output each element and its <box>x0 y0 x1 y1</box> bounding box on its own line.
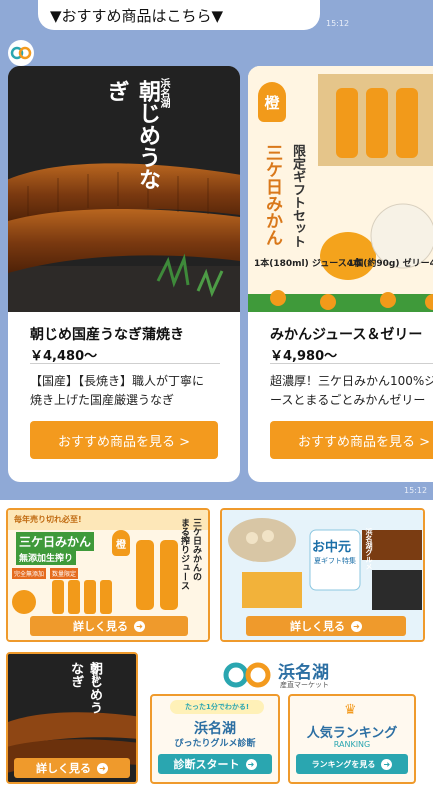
juice-line1: 三ケ日みかんの <box>191 518 201 581</box>
ochugen-details-button[interactable]: 詳しく見る ➜ <box>246 616 406 636</box>
arrow-right-icon: ➜ <box>134 620 145 632</box>
crown-icon: ♛ <box>344 702 357 718</box>
mikan-jelly-count: 1個(約90g) ゼリー4個 <box>348 259 433 269</box>
daidai-badge: 橙 <box>112 530 130 556</box>
description-line: 焼き上げた国産厳選うなぎ <box>30 393 175 407</box>
mikan-juice-count: 1本(180ml) ジュース4本 <box>254 259 363 269</box>
unagi-details-button[interactable]: 詳しく見る ➜ <box>14 758 130 778</box>
product-description: 超濃厚！三ケ日みかん100%ジ ースとまるごとみかんゼリー <box>270 372 433 410</box>
description-line: 【国産】【長焼き】職人が丁寧に <box>30 374 205 388</box>
arrow-right-icon: ➜ <box>97 762 108 774</box>
timestamp: 15:12 <box>326 19 350 28</box>
timestamp: 15:12 <box>404 486 428 495</box>
mikan-image-subtitle: 限定ギフトセット <box>290 144 305 248</box>
product-title: みかんジュース＆ゼリー <box>270 327 423 343</box>
brand-logo: 浜名湖 産直マーケット <box>222 658 372 692</box>
ranking-view-button[interactable]: ランキングを見る ➜ <box>296 754 408 774</box>
juice-line2: まる搾りジュース <box>179 518 189 590</box>
mikan-image-title: 三ケ日みかん <box>262 144 282 246</box>
button-label: ランキングを見る <box>311 759 376 769</box>
tag-no-additive: 完全無添加 <box>12 568 47 579</box>
tag-limited: 数量限定 <box>50 568 79 579</box>
ranking-title: 人気ランキング <box>306 726 398 741</box>
divider <box>30 363 220 364</box>
button-label: 詳しく見る <box>73 620 128 633</box>
diagnosis-ribbon: たった1分でわかる! <box>170 700 264 714</box>
chat-message-bubble: ▼おすすめ商品はこちら▼ <box>38 0 320 30</box>
product-title: 朝じめ国産うなぎ蒲焼き <box>30 327 184 343</box>
description-line: 超濃厚！三ケ日みかん100%ジ <box>270 374 433 388</box>
arrow-right-icon: ➜ <box>351 620 362 632</box>
ranking-title-en: RANKING <box>333 740 371 749</box>
juice-ribbon: 毎年売り切れ必至! <box>14 515 82 524</box>
button-label: 診断スタート <box>173 758 240 771</box>
button-label: 詳しく見る <box>290 620 345 633</box>
diagnosis-start-button[interactable]: 診断スタート ➜ <box>158 754 272 774</box>
tile-ochugen[interactable]: お中元 夏ギフト特集 浜名湖グルメ 詳しく見る ➜ <box>220 508 425 642</box>
product-image-unagi[interactable]: 浜名湖 朝じめうなぎ <box>8 66 240 312</box>
button-label: 詳しく見る <box>36 762 91 775</box>
tile-ranking[interactable]: ♛ 人気ランキング RANKING ランキングを見る ➜ <box>288 694 416 784</box>
product-price: ￥4,980〜 <box>270 349 338 364</box>
product-card-unagi[interactable]: 浜名湖 朝じめうなぎ 朝じめ国産うなぎ蒲焼き ￥4,480〜 【国産】【長焼き】… <box>8 66 240 482</box>
diagnosis-line2: ぴったりグルメ診断 <box>174 739 256 749</box>
ochugen-heading: お中元 <box>312 540 352 555</box>
product-price: ￥4,480〜 <box>30 349 98 364</box>
infinity-logo-icon <box>10 46 32 60</box>
arrow-right-icon: ➜ <box>245 758 257 770</box>
rich-menu-tiles: 毎年売り切れ必至! 橙 三ケ日みかんの まる搾りジュース 三ケ日みかん 無添加生… <box>0 500 433 795</box>
juice-bottom-sub: 無添加生搾り <box>16 550 77 565</box>
ochugen-brand: 浜名湖グルメ <box>365 528 373 570</box>
product-card-mikan[interactable]: 橙 三ケ日みかん 限定ギフトセット 1本(180ml) ジュース4本 1個(約9… <box>248 66 433 482</box>
daidai-badge: 橙 <box>258 82 286 122</box>
shop-avatar[interactable] <box>8 40 34 66</box>
juice-details-button[interactable]: 詳しく見る ➜ <box>30 616 188 636</box>
ochugen-sub: 夏ギフト特集 <box>314 557 356 565</box>
tile-gourmet-diagnosis[interactable]: たった1分でわかる! 浜名湖 ぴったりグルメ診断 診断スタート ➜ <box>150 694 280 784</box>
tile-mikan-juice[interactable]: 毎年売り切れ必至! 橙 三ケ日みかんの まる搾りジュース 三ケ日みかん 無添加生… <box>6 508 210 642</box>
infinity-logo-icon <box>223 662 271 688</box>
product-description: 【国産】【長焼き】職人が丁寧に 焼き上げた国産厳選うなぎ <box>30 372 230 410</box>
juice-bottom-title: 三ケ日みかん <box>16 532 95 551</box>
arrow-right-icon: ➜ <box>381 758 393 770</box>
brand-sub: 産直マーケット <box>280 681 329 689</box>
view-products-button[interactable]: おすすめ商品を見る > <box>30 421 218 459</box>
diagnosis-line1: 浜名湖 <box>194 721 236 737</box>
description-line: ースとまるごとみかんゼリー <box>270 393 426 407</box>
view-products-button[interactable]: おすすめ商品を見る > <box>270 421 433 459</box>
tile-unagi[interactable]: 浜名湖 朝じめうなぎ 詳しく見る ➜ <box>6 652 138 784</box>
chat-message-text: ▼おすすめ商品はこちら▼ <box>50 6 224 25</box>
unagi-tile-brand-large: 朝じめうなぎ <box>68 662 102 714</box>
divider <box>270 363 433 364</box>
product-image-mikan[interactable]: 橙 三ケ日みかん 限定ギフトセット 1本(180ml) ジュース4本 1個(約9… <box>248 66 433 312</box>
unagi-brand-large: 朝じめうなぎ <box>103 80 161 190</box>
